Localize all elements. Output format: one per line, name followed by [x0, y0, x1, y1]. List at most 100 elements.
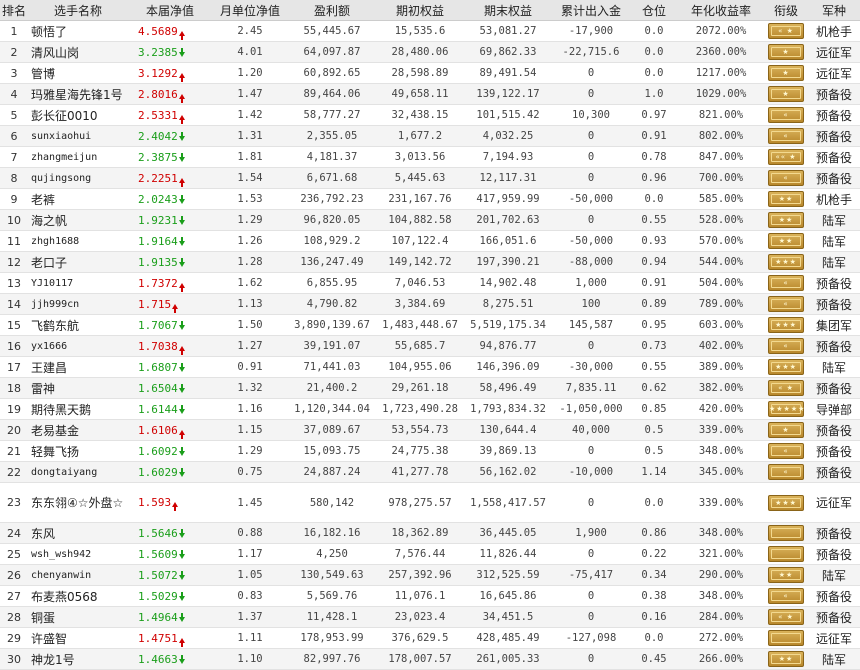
header-rank[interactable]: 排名 — [0, 0, 28, 21]
initial-equity-cell: 29,261.18 — [376, 377, 464, 399]
player-name-link[interactable]: 老口子 — [28, 251, 128, 273]
military-rank-badge-icon: « — [768, 338, 804, 354]
header-annual-return[interactable]: 年化收益率 — [678, 0, 764, 21]
rank-badge-cell: ★ — [764, 419, 808, 441]
player-name-link[interactable]: 清风山岗 — [28, 41, 128, 63]
table-row[interactable]: 1 顿悟了 4.5689 2.45 55,445.67 15,535.6 53,081.27… — [0, 20, 860, 42]
table-row[interactable]: 2 清风山岗 3.2385 4.01 64,097.87 28,480.06 69,862.… — [0, 41, 860, 63]
annual-return-cell: 402.00% — [678, 335, 764, 357]
military-rank-badge-icon: ★ — [768, 86, 804, 102]
header-military-rank[interactable]: 衔级 — [764, 0, 808, 21]
player-name-link[interactable]: 东东翎④☆外盘☆ — [28, 482, 128, 523]
arrow-up-icon — [178, 429, 185, 439]
player-name-link[interactable]: 布麦燕0568 — [28, 585, 128, 607]
rank-badge-cell: ★★ — [764, 230, 808, 252]
table-row[interactable]: 5 彭长征0010 2.5331 1.42 58,777.27 32,438.15 101,… — [0, 104, 860, 126]
nav-value: 1.4663 — [138, 652, 178, 666]
table-row[interactable]: 9 老裤 2.0243 1.53 236,792.23 231,167.76 417,959… — [0, 188, 860, 210]
table-row[interactable]: 14 jjh999cn 1.715 1.13 4,790.82 3,384.69 8,275… — [0, 293, 860, 315]
table-row[interactable]: 4 玛雅星海先锋1号 2.8016 1.47 89,464.06 49,658.11 139… — [0, 83, 860, 105]
table-row[interactable]: 16 yx1666 1.7038 1.27 39,191.07 55,685.7 94,87… — [0, 335, 860, 357]
player-name-link[interactable]: chenyanwin — [28, 564, 128, 586]
table-row[interactable]: 20 老易基金 1.6106 1.15 37,089.67 53,554.73 130,64… — [0, 419, 860, 441]
player-name-link[interactable]: jjh999cn — [28, 293, 128, 315]
profit-cell: 55,445.67 — [288, 20, 376, 42]
profit-cell: 71,441.03 — [288, 356, 376, 378]
table-row[interactable]: 25 wsh_wsh942 1.5609 1.17 4,250 7,576.44 11,82… — [0, 543, 860, 565]
rank-badge-cell: ★★ — [764, 564, 808, 586]
player-name-link[interactable]: yx1666 — [28, 335, 128, 357]
header-monthly-nav[interactable]: 月单位净值 — [212, 0, 288, 21]
player-name-link[interactable]: 管博 — [28, 62, 128, 84]
table-row[interactable]: 8 qujingsong 2.2251 1.54 6,671.68 5,445.63 12,… — [0, 167, 860, 189]
table-row[interactable]: 24 东风 1.5646 0.88 16,182.16 18,362.89 36,445.0… — [0, 522, 860, 544]
header-profit[interactable]: 盈利额 — [288, 0, 376, 21]
table-row[interactable]: 28 铜蛋 1.4964 1.37 11,428.1 23,023.4 34,451.5 0 0… — [0, 606, 860, 628]
player-name-link[interactable]: 铜蛋 — [28, 606, 128, 628]
header-initial-equity[interactable]: 期初权益 — [376, 0, 464, 21]
table-row[interactable]: 15 飞鹤东航 1.7067 1.50 3,890,139.67 1,483,448.67… — [0, 314, 860, 336]
player-name-link[interactable]: 彭长征0010 — [28, 104, 128, 126]
table-row[interactable]: 11 zhgh1688 1.9164 1.26 108,929.2 107,122.4 16… — [0, 230, 860, 252]
arrow-up-icon — [178, 93, 185, 103]
header-net-flow[interactable]: 累计出入金 — [552, 0, 630, 21]
final-equity-cell: 197,390.21 — [464, 251, 552, 273]
position-cell: 0.38 — [630, 585, 678, 607]
table-row[interactable]: 12 老口子 1.9135 1.28 136,247.49 149,142.72 197,3… — [0, 251, 860, 273]
table-row[interactable]: 19 期待黑天鹅 1.6144 1.16 1,120,344.04 1,723,490.2… — [0, 398, 860, 420]
table-row[interactable]: 29 许盛智 1.4751 1.11 178,953.99 376,629.5 428,48… — [0, 627, 860, 649]
player-name-link[interactable]: 王建昌 — [28, 356, 128, 378]
profit-cell: 130,549.63 — [288, 564, 376, 586]
header-army[interactable]: 军种 — [808, 0, 860, 21]
player-name-link[interactable]: 轻舞飞扬 — [28, 440, 128, 462]
final-equity-cell: 58,496.49 — [464, 377, 552, 399]
annual-return-cell: 1029.00% — [678, 83, 764, 105]
final-equity-cell: 94,876.77 — [464, 335, 552, 357]
header-nav[interactable]: 本届净值 — [128, 0, 212, 21]
player-name-link[interactable]: 老易基金 — [28, 419, 128, 441]
table-row[interactable]: 17 王建昌 1.6807 0.91 71,441.03 104,955.06 146,39… — [0, 356, 860, 378]
nav-value: 1.593 — [138, 496, 172, 509]
net-flow-cell: -17,900 — [552, 20, 630, 42]
net-flow-cell: 0 — [552, 606, 630, 628]
table-row[interactable]: 26 chenyanwin 1.5072 1.05 130,549.63 257,392.… — [0, 564, 860, 586]
player-name-link[interactable]: YJ10117 — [28, 272, 128, 294]
table-row[interactable]: 10 海之帆 1.9231 1.29 96,820.05 104,882.58 201,70… — [0, 209, 860, 231]
player-name-link[interactable]: 玛雅星海先锋1号 — [28, 83, 128, 105]
player-name-link[interactable]: 老裤 — [28, 188, 128, 210]
player-name-link[interactable]: 飞鹤东航 — [28, 314, 128, 336]
player-name-link[interactable]: 许盛智 — [28, 627, 128, 649]
player-name-link[interactable]: 海之帆 — [28, 209, 128, 231]
table-row[interactable]: 3 管博 3.1292 1.20 60,892.65 28,598.89 89,491.54… — [0, 62, 860, 84]
table-row[interactable]: 21 轻舞飞扬 1.6092 1.29 15,093.75 24,775.38 39,869… — [0, 440, 860, 462]
rank-cell: 8 — [0, 167, 28, 189]
header-name[interactable]: 选手名称 — [28, 0, 128, 21]
rank-badge-cell: « — [764, 167, 808, 189]
player-name-link[interactable]: zhgh1688 — [28, 230, 128, 252]
player-name-link[interactable]: 东风 — [28, 522, 128, 544]
player-name-link[interactable]: zhangmeijun — [28, 146, 128, 168]
table-row[interactable]: 6 sunxiaohui 2.4042 1.31 2,355.05 1,677.2 4,03… — [0, 125, 860, 147]
table-row[interactable]: 18 雷神 1.6504 1.32 21,400.2 29,261.18 58,496.49… — [0, 377, 860, 399]
military-rank-badge-icon: ★★ — [768, 191, 804, 207]
player-name-link[interactable]: dongtaiyang — [28, 461, 128, 483]
table-row[interactable]: 22 dongtaiyang 1.6029 0.75 24,887.24 41,277.7… — [0, 461, 860, 483]
table-row[interactable]: 30 神龙1号 1.4663 1.10 82,997.76 178,007.57 261,0… — [0, 648, 860, 670]
net-flow-cell: -30,000 — [552, 356, 630, 378]
army-cell: 机枪手 — [808, 188, 860, 210]
table-row[interactable]: 23 东东翎④☆外盘☆ 1.593 1.45 580,142 978,275.57 1,55… — [0, 482, 860, 523]
player-name-link[interactable]: 期待黑天鹅 — [28, 398, 128, 420]
player-name-link[interactable]: 顿悟了 — [28, 20, 128, 42]
table-row[interactable]: 7 zhangmeijun 2.3875 1.81 4,181.37 3,013.56 7,… — [0, 146, 860, 168]
player-name-link[interactable]: sunxiaohui — [28, 125, 128, 147]
player-name-link[interactable]: wsh_wsh942 — [28, 543, 128, 565]
table-row[interactable]: 27 布麦燕0568 1.5029 0.83 5,569.76 11,076.1 16,64… — [0, 585, 860, 607]
player-name-link[interactable]: qujingsong — [28, 167, 128, 189]
player-name-link[interactable]: 雷神 — [28, 377, 128, 399]
header-position[interactable]: 仓位 — [630, 0, 678, 21]
ranking-table: 排名 选手名称 本届净值 月单位净值 盈利额 期初权益 期末权益 累计出入金 仓… — [0, 0, 860, 670]
header-final-equity[interactable]: 期末权益 — [464, 0, 552, 21]
monthly-nav-cell: 1.31 — [212, 125, 288, 147]
player-name-link[interactable]: 神龙1号 — [28, 648, 128, 670]
table-row[interactable]: 13 YJ10117 1.7372 1.62 6,855.95 7,046.53 14,90… — [0, 272, 860, 294]
